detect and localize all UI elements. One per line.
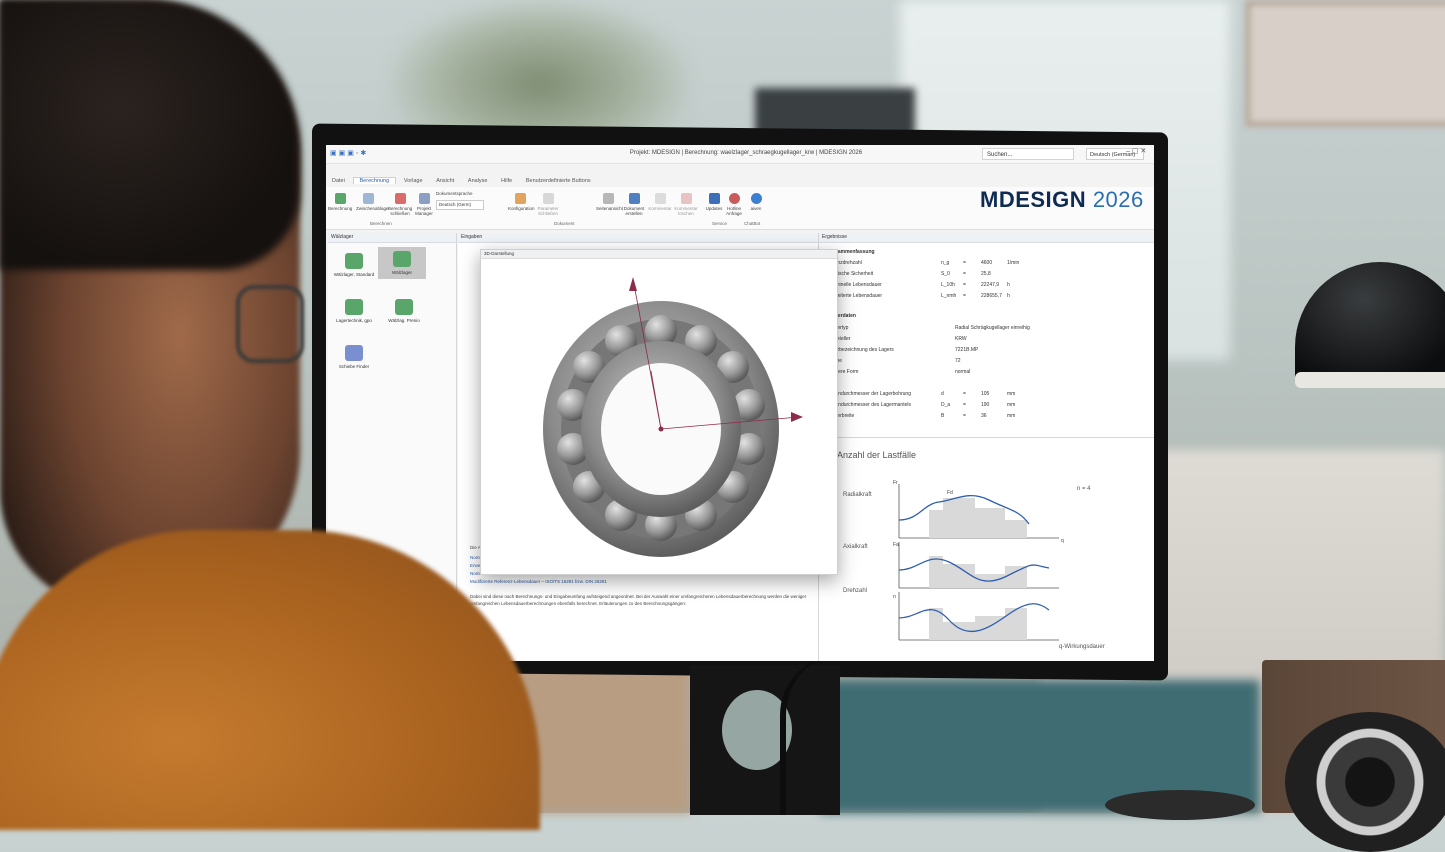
tab-vorlage[interactable]: Vorlage (398, 178, 429, 184)
background-picture-frame (1245, 0, 1445, 127)
tab-hilfe[interactable]: Hilfe (495, 178, 518, 184)
page-view-icon (602, 193, 614, 204)
chart-label-Fd: Fd (947, 490, 953, 496)
svg-text:q: q (1061, 538, 1064, 544)
3d-view-window[interactable]: 3D-Darstellung (480, 249, 838, 575)
group-chatbot: ChatBot (744, 221, 761, 226)
tab-ansicht[interactable]: Ansicht (430, 178, 460, 184)
configuration-button[interactable]: Konfiguration (508, 193, 535, 211)
quick-access-toolbar[interactable]: ▣▣▣◦✱ (330, 149, 368, 157)
doc-language-label: Dokumentsprache (436, 191, 473, 196)
section-bearing-data: Lagerdaten (829, 313, 856, 319)
document-icon (628, 193, 640, 204)
close-parameters-button[interactable]: Parameter Schließen (536, 193, 560, 216)
bearing-item[interactable]: Lagertechnik, gpo (330, 299, 378, 323)
clipboard-icon (362, 193, 374, 204)
group-dokument: Dokument (554, 221, 575, 226)
results-panel-title: Ergebnisse (819, 233, 1154, 243)
desk-lamp-rim (1295, 372, 1445, 388)
background-plant (390, 0, 690, 140)
load-cases-title: Anzahl der Lastfälle (837, 450, 917, 460)
bearing-icon (345, 253, 363, 269)
row-label-axial: Axialkraft (843, 544, 868, 550)
bearing-item-selected[interactable]: Wälzlager (378, 247, 426, 279)
doc-language-select[interactable]: Deutsch (Germ) (436, 200, 484, 210)
chatbot-button[interactable]: aiven (744, 193, 768, 211)
load-cases-panel: Anzahl der Lastfälle Radialkraft Axialkr… (818, 437, 1154, 661)
mug (1105, 790, 1255, 820)
svg-text:n: n (893, 594, 896, 600)
calculate-button[interactable]: Berechnung (328, 193, 352, 211)
z-axis-arrow (629, 277, 637, 291)
calculate-icon (334, 193, 346, 204)
group-service: Service (712, 221, 728, 226)
clipboard-button[interactable]: Zwischenablage (356, 193, 389, 211)
close-parameters-icon (542, 193, 554, 204)
bearing-icon (393, 251, 411, 267)
comment-icon (654, 193, 666, 204)
row-label-speed: Drehzahl (843, 588, 868, 594)
create-document-button[interactable]: Dokument erstellen (622, 193, 646, 216)
configuration-icon (514, 193, 526, 204)
results-panel: Ergebnisse Zusammenfassung Grenzdrehzahl… (818, 233, 1154, 443)
bearing-icon (395, 299, 413, 315)
tab-berechnung[interactable]: Berechnung (352, 177, 397, 184)
bearing-item[interactable]: Wälzlag. Prenio (380, 299, 428, 323)
bearing-item[interactable]: Wälzlager, Standard (330, 253, 378, 277)
left-panel-title: Wälzlager (328, 233, 456, 243)
comment-button[interactable]: Kommentar (648, 193, 672, 211)
doc-paragraph: Dabei sind diese nach Berechnungs- und E… (470, 594, 807, 606)
hotline-icon (728, 193, 740, 204)
load-case-count: n = 4 (1077, 486, 1091, 492)
tab-analyse[interactable]: Analyse (462, 178, 494, 184)
finder-icon (345, 345, 363, 361)
x-axis-arrow (791, 412, 803, 422)
tab-datei[interactable]: Datei (326, 178, 351, 184)
mdesign-logo: MDESIGN 2026 (980, 187, 1144, 212)
svg-text:Fa: Fa (893, 542, 899, 548)
person-hair (0, 0, 300, 270)
page-view-button[interactable]: Seitenansicht (596, 193, 623, 211)
ribbon-tabs: Datei Berechnung Vorlage Ansicht Analyse… (326, 177, 826, 187)
bearing-item[interactable]: Schiebe Finder (330, 345, 378, 369)
3d-view-title: 3D-Darstellung (481, 250, 837, 259)
doc-list-item: Modifizierte Referenz-Lebensdauer – ISO/… (470, 579, 607, 584)
svg-text:Fr: Fr (893, 480, 898, 486)
section-summary: Zusammenfassung (829, 249, 875, 255)
project-manager-icon (418, 193, 430, 204)
speaker-cone (1285, 712, 1445, 852)
chatbot-icon (750, 193, 762, 204)
bearing-icon (345, 299, 363, 315)
row-label-radial: Radialkraft (843, 492, 872, 498)
tab-custom-buttons[interactable]: Benutzerdefinierte Buttons (520, 178, 597, 184)
close-calculation-icon (394, 193, 406, 204)
project-manager-button[interactable]: Projekt Manager (412, 193, 436, 216)
close-calculation-button[interactable]: Berechnung schließen (388, 193, 412, 216)
window-title: Projekt: MDESIGN | Berechnung: waelzlage… (629, 150, 863, 156)
group-berechnen: Berechnen (370, 221, 392, 226)
title-bar: ▣▣▣◦✱ Projekt: MDESIGN | Berechnung: wae… (326, 145, 1154, 164)
load-diagram: Fd Fr Fa n q (893, 480, 1064, 641)
person-glasses (236, 285, 304, 363)
bearing-3d-render (543, 277, 803, 557)
delete-comment-button[interactable]: Kommentar löschen (674, 193, 698, 216)
desk-lamp (1295, 262, 1445, 387)
window-controls[interactable]: – ▢ ✕ (1126, 147, 1146, 155)
hotline-button[interactable]: Hotline Anfrage (722, 193, 746, 216)
search-input[interactable]: Suchen... (982, 148, 1074, 160)
input-panel-title: Eingaben (458, 233, 818, 243)
updates-icon (708, 193, 720, 204)
delete-comment-icon (680, 193, 692, 204)
monitor-cable (780, 655, 896, 815)
